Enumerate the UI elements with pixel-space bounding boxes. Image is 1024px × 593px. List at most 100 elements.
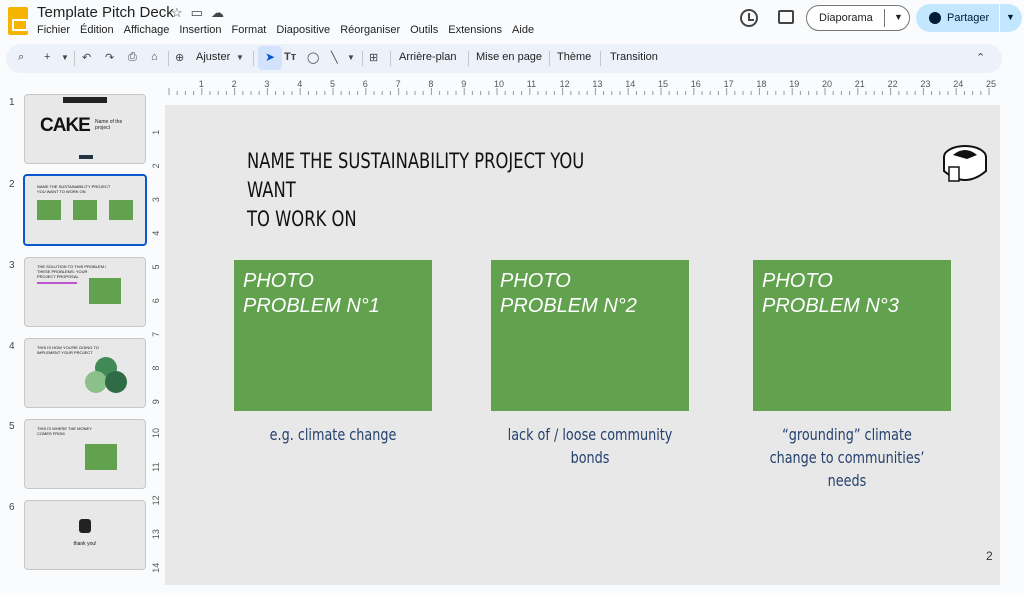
menu-help[interactable]: Aide xyxy=(507,22,539,38)
share-label: Partager xyxy=(947,12,990,24)
menu-bar: Fichier Édition Affichage Insertion Form… xyxy=(32,22,539,38)
thumb-title: THIS IS HOW YOU'RE GOING TO IMPLEMENT YO… xyxy=(37,345,99,355)
chevron-down-icon[interactable]: ▼ xyxy=(61,53,69,62)
cloud-status-icon[interactable]: ☁ xyxy=(211,5,224,21)
ruler-tick-label: 2 xyxy=(232,79,237,89)
slide-thumbnail-3[interactable]: THE SOLUTION TO THIS PROBLEM / THESE PRO… xyxy=(24,257,146,327)
menu-arrange[interactable]: Réorganiser xyxy=(335,22,405,38)
chevron-down-icon[interactable]: ▼ xyxy=(1006,12,1015,22)
slideshow-button[interactable]: Diaporama ▼ xyxy=(806,5,910,31)
layout-button[interactable]: Mise en page xyxy=(476,51,542,63)
ruler-tick-label: 13 xyxy=(592,79,602,89)
ruler-tick-label: 8 xyxy=(428,79,433,89)
divider xyxy=(253,51,254,66)
paint-format-icon[interactable]: ⌂ xyxy=(151,51,158,63)
zoom-icon[interactable]: ⊕ xyxy=(175,51,184,64)
top-bar: Template Pitch Deck ☆ ▭ ☁ Fichier Éditio… xyxy=(0,0,1024,44)
divider xyxy=(362,51,363,66)
photo-label: PHOTO PROBLEM N°3 xyxy=(762,270,899,317)
ruler-tick-label: 24 xyxy=(953,79,963,89)
menu-view[interactable]: Affichage xyxy=(119,22,175,38)
globe-icon xyxy=(929,12,941,24)
ruler-tick-label: 11 xyxy=(527,79,536,89)
transition-button[interactable]: Transition xyxy=(610,51,658,63)
ruler-tick-label: 5 xyxy=(330,79,335,89)
chevron-down-icon[interactable]: ▼ xyxy=(236,53,244,62)
search-menus-icon[interactable]: ⌕ xyxy=(18,51,24,64)
caption-3[interactable]: “grounding” climate change to communitie… xyxy=(759,423,935,492)
slide-thumbnail-5[interactable]: THIS IS WHERE THE MONEY COMES FROM xyxy=(24,419,146,489)
menu-format[interactable]: Format xyxy=(227,22,272,38)
slide-title[interactable]: NAME THE SUSTAINABILITY PROJECT YOU WANT… xyxy=(247,147,606,234)
ruler-tick-label: 19 xyxy=(789,79,799,89)
comment-add-icon[interactable]: ⊞ xyxy=(369,51,378,64)
photo-placeholder-2[interactable]: PHOTO PROBLEM N°2 xyxy=(491,260,689,411)
zoom-select[interactable]: Ajuster xyxy=(196,51,230,63)
caption-2[interactable]: lack of / loose community bonds xyxy=(502,423,678,469)
redo-icon[interactable]: ↷ xyxy=(105,51,114,64)
ruler-tick-label: 22 xyxy=(888,79,898,89)
slides-logo-icon[interactable] xyxy=(8,7,28,35)
slide-filmstrip: 1 CAKE Name of the project 2 NAME THE SU… xyxy=(0,88,160,593)
theme-button[interactable]: Thème xyxy=(557,51,591,63)
chevron-up-icon[interactable]: ⌃ xyxy=(976,51,985,64)
caption-1[interactable]: e.g. climate change xyxy=(245,423,421,446)
photo-placeholder-1[interactable]: PHOTO PROBLEM N°1 xyxy=(234,260,432,411)
ruler-tick-label: 20 xyxy=(822,79,832,89)
thumb-title: NAME THE SUSTAINABILITY PROJECT YOU WANT… xyxy=(37,184,111,194)
slide-number: 4 xyxy=(9,341,15,352)
menu-insert[interactable]: Insertion xyxy=(174,22,226,38)
thumb-title: CAKE xyxy=(40,115,91,136)
print-icon[interactable]: ⎙ xyxy=(128,51,137,64)
chevron-down-icon[interactable]: ▼ xyxy=(347,53,355,62)
ruler-tick-label: 23 xyxy=(920,79,930,89)
menu-edit[interactable]: Édition xyxy=(75,22,119,38)
slide-number: 6 xyxy=(9,502,15,513)
thumb-title: thank you! xyxy=(73,541,97,547)
horizontal-ruler: 1 2 3 4 5 6 7 8 9 10 11 12 13 14 15 16 17 18 19 20 21 22 23 24 2… xyxy=(168,79,996,95)
ruler-tick-label: 14 xyxy=(625,79,635,89)
slideshow-label: Diaporama xyxy=(819,12,873,24)
divider xyxy=(468,51,469,66)
select-tool[interactable]: ➤ xyxy=(258,46,282,70)
menu-tools[interactable]: Outils xyxy=(405,22,443,38)
ruler-tick-label: 1 xyxy=(199,79,204,89)
version-history-icon[interactable] xyxy=(740,9,758,27)
document-title[interactable]: Template Pitch Deck xyxy=(37,4,174,21)
slide-thumbnail-4[interactable]: THIS IS HOW YOU'RE GOING TO IMPLEMENT YO… xyxy=(24,338,146,408)
ruler-tick-label: 15 xyxy=(658,79,668,89)
ruler-tick-label: 25 xyxy=(986,79,996,89)
cheese-logo-icon xyxy=(943,145,987,182)
shape-icon[interactable]: ◯ xyxy=(307,51,319,64)
photo-label: PHOTO PROBLEM N°2 xyxy=(500,270,637,317)
background-button[interactable]: Arrière-plan xyxy=(399,51,456,63)
menu-extensions[interactable]: Extensions xyxy=(443,22,507,38)
menu-file[interactable]: Fichier xyxy=(32,22,75,38)
chevron-down-icon[interactable]: ▼ xyxy=(894,12,903,22)
comments-icon[interactable] xyxy=(778,10,794,24)
thumb-subtitle: Name of the project xyxy=(95,119,123,131)
photo-placeholder-3[interactable]: PHOTO PROBLEM N°3 xyxy=(753,260,951,411)
text-box-icon[interactable]: Tт xyxy=(284,51,296,63)
ruler-tick-label: 17 xyxy=(724,79,734,89)
menu-slide[interactable]: Diapositive xyxy=(271,22,335,38)
slide-thumbnail-2[interactable]: NAME THE SUSTAINABILITY PROJECT YOU WANT… xyxy=(23,174,147,246)
share-button[interactable]: Partager ▼ xyxy=(916,4,1022,32)
toolbar: ⌕ + ▼ ↶ ↷ ⎙ ⌂ ⊕ Ajuster ▼ ➤ Tт ◯ ╲ ▼ ⊞ A… xyxy=(6,44,1002,73)
line-icon[interactable]: ╲ xyxy=(331,51,338,64)
new-slide-icon[interactable]: + xyxy=(44,51,50,63)
divider xyxy=(74,51,75,66)
star-icon[interactable]: ☆ xyxy=(171,5,183,21)
slide-canvas[interactable]: NAME THE SUSTAINABILITY PROJECT YOU WANT… xyxy=(165,105,1000,585)
divider xyxy=(168,51,169,66)
slide-number: 2 xyxy=(9,179,15,190)
divider xyxy=(390,51,391,66)
divider xyxy=(884,9,885,27)
slide-page-number: 2 xyxy=(986,549,993,563)
slide-thumbnail-6[interactable]: thank you! xyxy=(24,500,146,570)
cursor-arrow-icon: ➤ xyxy=(265,50,276,64)
slide-thumbnail-1[interactable]: CAKE Name of the project xyxy=(24,94,146,164)
thumb-title: THIS IS WHERE THE MONEY COMES FROM xyxy=(37,426,92,436)
move-folder-icon[interactable]: ▭ xyxy=(191,5,203,21)
undo-icon[interactable]: ↶ xyxy=(82,51,91,64)
